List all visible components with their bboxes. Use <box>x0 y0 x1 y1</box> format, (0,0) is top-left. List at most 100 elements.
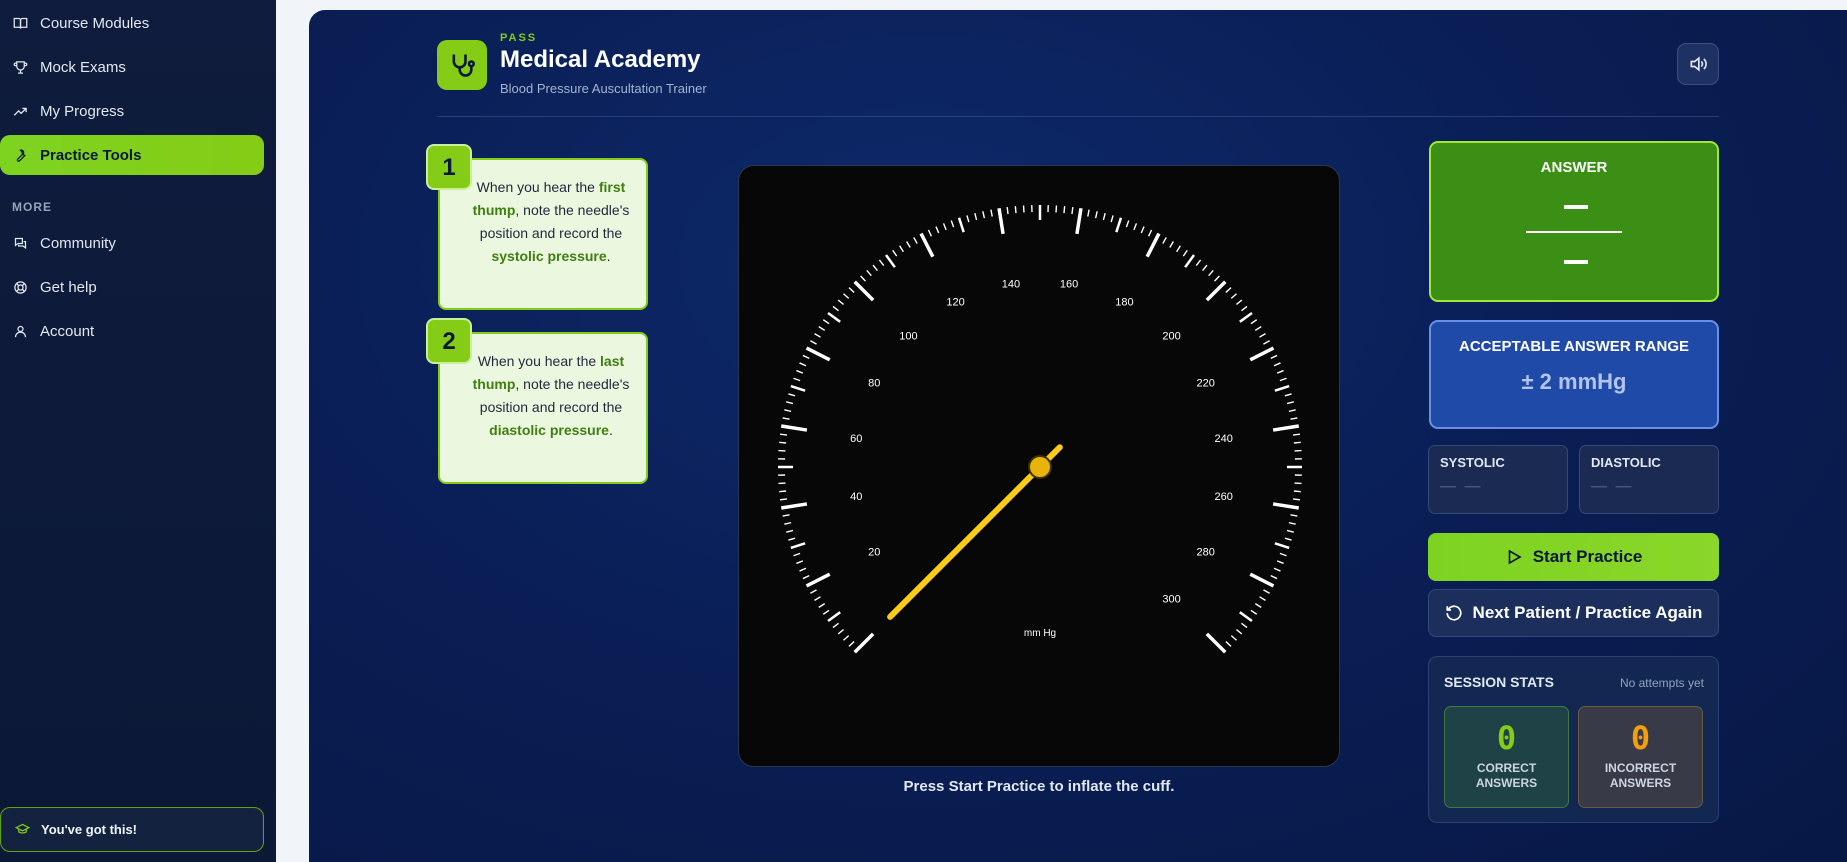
gauge-tick <box>818 603 826 608</box>
gauge-tick <box>1075 207 1083 235</box>
gauge-tick <box>837 629 844 635</box>
answer-card: ANSWER <box>1429 141 1719 302</box>
gauge-tick <box>822 609 830 615</box>
diastolic-value: — — <box>1591 478 1634 495</box>
next-patient-button[interactable]: Next Patient / Practice Again <box>1428 589 1719 637</box>
gauge-tick <box>1259 333 1266 338</box>
chat-icon <box>12 235 28 251</box>
sidebar-item-community[interactable]: Community <box>0 223 264 263</box>
answer-title: ANSWER <box>1540 159 1608 176</box>
step-highlight: diastolic pressure <box>489 422 609 438</box>
start-practice-button[interactable]: Start Practice <box>1428 533 1719 581</box>
gauge-tick <box>814 333 821 338</box>
gauge-tick-label: 60 <box>850 433 862 445</box>
gauge-tick <box>1205 632 1227 654</box>
gauge-tick-label: 160 <box>1060 278 1078 290</box>
brand-badge: PASS <box>500 32 538 44</box>
gauge-tick <box>899 245 904 253</box>
gauge-tick-label: 80 <box>868 378 880 390</box>
trending-up-icon <box>12 103 28 119</box>
gauge-tick <box>853 280 875 302</box>
gauge-tick <box>1162 237 1167 244</box>
user-icon <box>12 323 28 339</box>
gauge-tick <box>779 490 787 493</box>
gauge-tick <box>1288 409 1296 413</box>
gauge-tick <box>805 572 831 588</box>
answer-fraction-line <box>1526 231 1622 233</box>
diastolic-label: DIASTOLIC <box>1591 455 1661 470</box>
gauge-tick <box>1236 299 1243 305</box>
gauge-tick <box>1087 209 1090 217</box>
sidebar-item-practice-tools[interactable]: Practice Tools <box>0 135 264 175</box>
gauge-tick <box>1184 254 1196 268</box>
gauge-tick <box>784 409 792 413</box>
sound-toggle-button[interactable] <box>1677 43 1719 85</box>
gauge-tick <box>1263 340 1270 345</box>
page-subtitle: Blood Pressure Auscultation Trainer <box>500 81 707 96</box>
gauge-tick <box>1239 311 1253 323</box>
gauge-tick <box>784 521 792 525</box>
gauge-tick <box>1140 226 1145 234</box>
gauge-tick <box>779 433 788 436</box>
gauge-tick <box>1279 377 1287 382</box>
sidebar: Course Modules Mock Exams My Progress Pr… <box>0 0 276 862</box>
sidebar-item-course-modules[interactable]: Course Modules <box>0 3 264 43</box>
gauge-tick <box>1205 280 1227 302</box>
sidebar-item-mock-exams[interactable]: Mock Exams <box>0 47 264 87</box>
systolic-value: — — <box>1440 478 1483 495</box>
gauge-tick <box>1263 589 1270 594</box>
gauge-tick <box>1006 206 1009 215</box>
gauge-tick-label: 300 <box>1162 594 1180 606</box>
incorrect-count: 0 <box>1630 719 1651 757</box>
gauge-tick <box>1250 319 1258 325</box>
gauge-tick <box>878 259 885 266</box>
gauge-unit-label: mm Hg <box>1024 628 1056 639</box>
graduation-cap-icon <box>14 822 31 838</box>
gauge-tick <box>802 574 810 580</box>
systolic-field[interactable]: SYSTOLIC — — <box>1428 445 1568 514</box>
gauge-tick <box>782 417 790 420</box>
gauge-tick <box>872 264 878 271</box>
gauge-tick <box>810 340 817 345</box>
gauge-tick <box>957 217 965 233</box>
gauge-tick-label: 200 <box>1162 330 1180 342</box>
instruction-card-1: 1 When you hear the first thump, note th… <box>426 144 648 310</box>
sidebar-item-my-progress[interactable]: My Progress <box>0 91 264 131</box>
gauge-tick <box>1241 622 1248 629</box>
step-text: When you hear the <box>476 179 599 195</box>
gauge-tick <box>913 237 918 244</box>
gauge-tick <box>805 346 831 362</box>
pressure-gauge: 20 40 60 80 100 120 140 160 180 200 220 240 260 280 30… <box>738 165 1340 767</box>
gauge-tick-label: 280 <box>1197 546 1215 558</box>
incorrect-answers-stat: 0 INCORRECT ANSWERS <box>1578 706 1703 808</box>
gauge-tick <box>1110 215 1114 223</box>
sidebar-item-get-help[interactable]: Get help <box>0 267 264 307</box>
stats-title: SESSION STATS <box>1444 674 1554 690</box>
gauge-tick <box>1293 441 1301 444</box>
gauge-tick <box>1102 213 1106 221</box>
gauge-tick <box>780 424 808 432</box>
start-practice-label: Start Practice <box>1532 547 1643 566</box>
gauge-tick <box>814 596 821 601</box>
gauge-tick <box>950 220 955 228</box>
sidebar-item-account[interactable]: Account <box>0 311 264 351</box>
gauge-tick-label: 140 <box>1002 278 1020 290</box>
diastolic-field[interactable]: DIASTOLIC — — <box>1579 445 1719 514</box>
gauge-tick <box>1272 424 1300 432</box>
range-value: ± 2 mmHg <box>1521 369 1627 394</box>
gauge-tick <box>843 293 850 299</box>
gauge-tick <box>1292 433 1301 436</box>
next-patient-label: Next Patient / Practice Again <box>1472 603 1703 622</box>
gauge-tick <box>827 311 841 323</box>
gauge-tick <box>1270 574 1278 580</box>
gauge-tick <box>1202 264 1208 271</box>
gauge-tick <box>1225 641 1232 647</box>
session-stats: SESSION STATS No attempts yet 0 CORRECT … <box>1428 656 1719 823</box>
gauge-tick <box>786 401 794 405</box>
gauge-tick <box>1290 514 1298 517</box>
gauge-tick-label: 20 <box>868 546 880 558</box>
gauge-tick <box>1284 537 1292 541</box>
gauge-tick <box>1071 206 1074 215</box>
gauge-tick <box>793 552 801 557</box>
gauge-tick <box>1279 552 1287 557</box>
